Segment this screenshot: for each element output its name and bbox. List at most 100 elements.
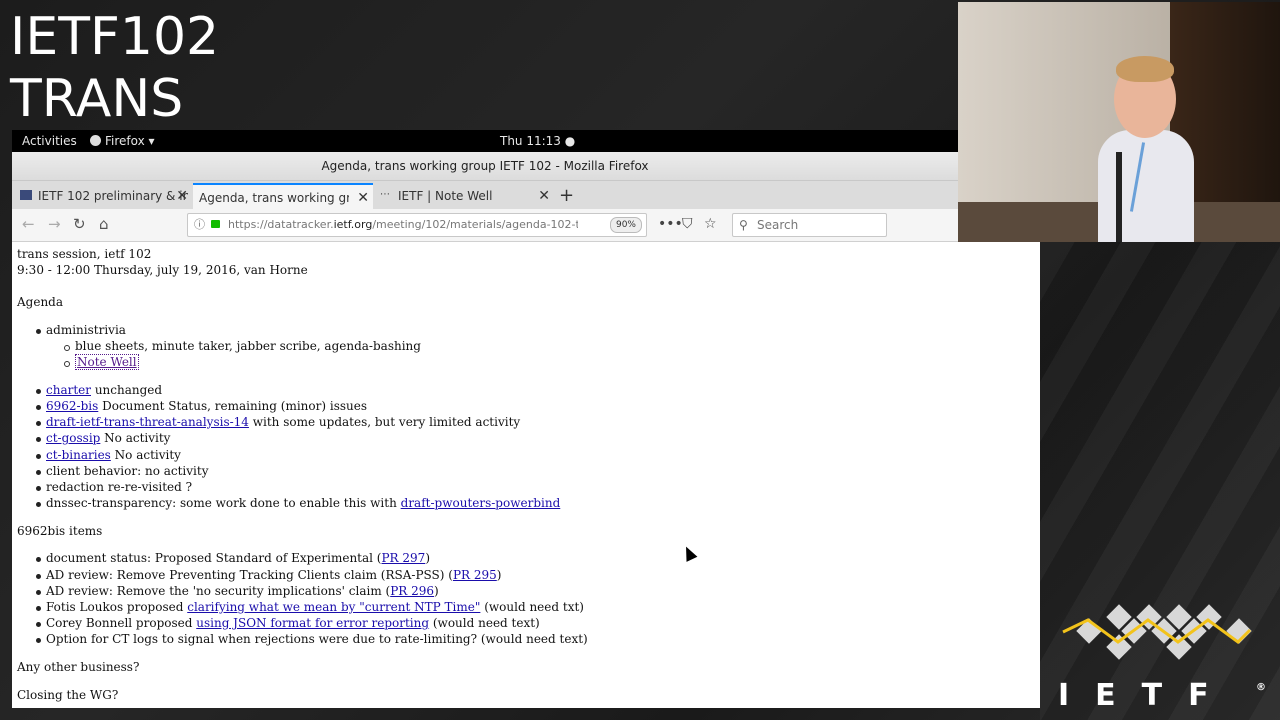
activities-button[interactable]: Activities — [22, 130, 77, 152]
charter-text: unchanged — [91, 383, 163, 397]
pr-297-link[interactable]: PR 297 — [381, 551, 425, 565]
ntp-time-link[interactable]: clarifying what we mean by "current NTP … — [187, 600, 480, 614]
zoom-indicator[interactable]: 90% — [609, 217, 642, 233]
close-icon[interactable]: ✕ — [357, 185, 369, 209]
registered-mark: ® — [1256, 682, 1266, 693]
agenda-item-dnssec: dnssec-transparency: some work done to e… — [46, 496, 560, 510]
firefox-app-label: Firefox ▾ — [105, 134, 155, 148]
tab-ietf-102-preliminary[interactable]: IETF 102 preliminary & in ✕ — [14, 183, 192, 209]
item-ad-review-tracking: AD review: Remove Preventing Tracking Cl… — [46, 568, 501, 582]
time-line: 9:30 - 12:00 Thursday, july 19, 2016, va… — [17, 263, 308, 277]
search-input[interactable]: ⚲ Search — [732, 213, 887, 237]
url-path: /meeting/102/materials/agenda-102-tran — [372, 218, 578, 231]
ct-binaries-link[interactable]: ct-binaries — [46, 448, 111, 462]
window-title: Agenda, trans working group IETF 102 - M… — [12, 152, 958, 181]
bullet — [36, 454, 41, 459]
url-scheme: https://datatracker. — [228, 218, 334, 231]
item-end: ) — [425, 551, 430, 565]
bullet — [36, 590, 41, 595]
overlay-line-1: IETF102 — [10, 7, 220, 67]
navigation-toolbar: ← → ↻ ⌂ ⓘ https://datatracker.ietf.org/m… — [12, 209, 958, 242]
agenda-item-6962bis: 6962-bis Document Status, remaining (min… — [46, 399, 367, 413]
session-title-overlay: IETF102 TRANS — [10, 6, 219, 130]
info-icon[interactable]: ⓘ — [194, 214, 205, 236]
item-text: AD review: Remove Preventing Tracking Cl… — [46, 568, 453, 582]
bullet — [36, 437, 41, 442]
agenda-item-ct-binaries: ct-binaries No activity — [46, 448, 181, 462]
close-icon[interactable]: ✕ — [176, 183, 188, 209]
bullet — [36, 638, 41, 643]
clock[interactable]: Thu 11:13 ● — [500, 130, 575, 152]
agenda-heading: Agenda — [17, 295, 64, 309]
ct-gossip-link[interactable]: ct-gossip — [46, 431, 100, 445]
lock-icon[interactable] — [211, 220, 220, 228]
powerbind-link[interactable]: draft-pwouters-powerbind — [401, 496, 561, 510]
item-ntp-time: Fotis Loukos proposed clarifying what we… — [46, 600, 584, 614]
bullet — [36, 470, 41, 475]
item-text: document status: Proposed Standard of Ex… — [46, 551, 382, 565]
item-document-status: document status: Proposed Standard of Ex… — [46, 551, 430, 565]
pr-296-link[interactable]: PR 296 — [390, 584, 434, 598]
6962bis-text: Document Status, remaining (minor) issue… — [98, 399, 367, 413]
firefox-icon — [90, 135, 101, 146]
search-icon: ⚲ — [739, 218, 748, 232]
dots-favicon-icon: ⋯ — [380, 189, 390, 200]
bullet — [36, 557, 41, 562]
bullet — [36, 389, 41, 394]
close-icon[interactable]: ✕ — [538, 183, 550, 209]
tab-label: IETF | Note Well — [398, 189, 493, 203]
home-icon[interactable]: ⌂ — [99, 215, 109, 233]
back-arrow-icon[interactable]: ← — [22, 215, 35, 233]
forward-arrow-icon[interactable]: → — [48, 215, 61, 233]
bullet — [36, 421, 41, 426]
microphone — [1116, 152, 1122, 242]
tab-note-well[interactable]: ⋯ IETF | Note Well ✕ — [374, 183, 554, 209]
url-bar[interactable]: ⓘ https://datatracker.ietf.org/meeting/1… — [187, 213, 647, 237]
tab-label: IETF 102 preliminary & in — [38, 189, 188, 203]
bullet — [36, 329, 41, 334]
bullet — [36, 502, 41, 507]
bullet — [36, 574, 41, 579]
item-end: (would need txt) — [480, 600, 584, 614]
6962bis-link[interactable]: 6962-bis — [46, 399, 98, 413]
gnome-top-bar: Activities Firefox ▾ Thu 11:13 ● — [12, 130, 958, 152]
ietf-wordmark: IETF ® — [1058, 678, 1268, 713]
item-text: AD review: Remove the 'no security impli… — [46, 584, 391, 598]
page-icon — [199, 192, 211, 202]
closing-wg: Closing the WG? — [17, 688, 119, 702]
page-actions-icon[interactable]: ••• — [658, 216, 683, 232]
page-content: trans session, ietf 102 9:30 - 12:00 Thu… — [12, 242, 1040, 708]
pr-295-link[interactable]: PR 295 — [453, 568, 497, 582]
speaker-hair — [1116, 56, 1174, 82]
agenda-item-administrivia: administrivia — [46, 323, 126, 337]
agenda-subitem-notewell: Note Well — [75, 354, 139, 370]
item-rate-limiting: Option for CT logs to signal when reject… — [46, 632, 588, 646]
threat-analysis-link[interactable]: draft-ietf-trans-threat-analysis-14 — [46, 415, 249, 429]
item-end: ) — [496, 568, 502, 582]
agenda-subitem-bluesheets: blue sheets, minute taker, jabber scribe… — [75, 339, 421, 353]
charter-link[interactable]: charter — [46, 383, 91, 397]
ietf-wordmark-text: IETF — [1058, 678, 1235, 713]
sub-bullet — [64, 361, 70, 367]
ct-binaries-text: No activity — [110, 448, 181, 462]
item-text: Fotis Loukos proposed — [46, 600, 188, 614]
json-format-link[interactable]: using JSON format for error reporting — [196, 616, 429, 630]
overlay-line-2: TRANS — [10, 69, 184, 129]
tab-label: Agenda, trans working group — [199, 191, 349, 205]
reload-icon[interactable]: ↻ — [73, 215, 86, 233]
sub-bullet — [64, 345, 70, 351]
bookmark-star-icon[interactable]: ☆ — [704, 216, 717, 232]
new-tab-plus-icon[interactable]: + — [559, 183, 574, 209]
item-end: ) — [434, 584, 439, 598]
firefox-app-menu[interactable]: Firefox ▾ — [90, 130, 155, 152]
tab-agenda-trans[interactable]: Agenda, trans working group ✕ — [193, 183, 373, 209]
agenda-item-redaction: redaction re-re-visited ? — [46, 480, 193, 494]
item-json-errors: Corey Bonnell proposed using JSON format… — [46, 616, 540, 630]
bullet — [36, 405, 41, 410]
pocket-icon[interactable]: ⛉ — [682, 216, 693, 232]
agenda-item-charter: charter unchanged — [46, 383, 162, 397]
threat-analysis-text: with some updates, but very limited acti… — [248, 415, 521, 429]
other-business: Any other business? — [17, 660, 140, 674]
note-well-link[interactable]: Note Well — [75, 354, 139, 370]
url-text[interactable]: https://datatracker.ietf.org/meeting/102… — [228, 214, 578, 236]
